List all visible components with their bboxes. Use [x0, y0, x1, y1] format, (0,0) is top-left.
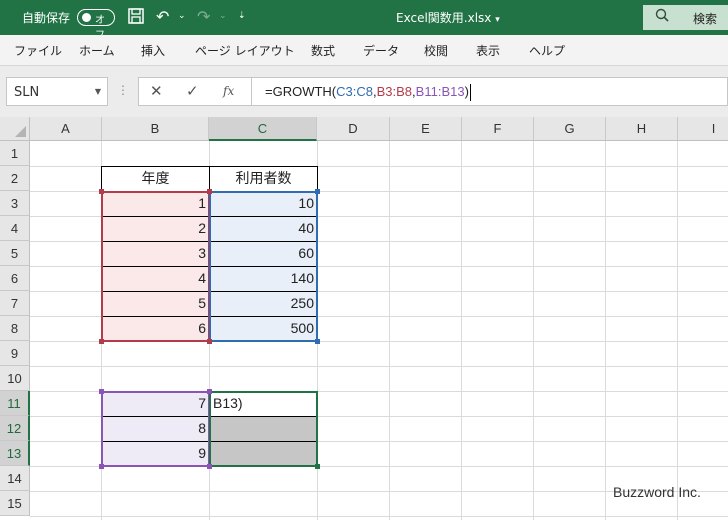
- tab-home[interactable]: ホーム: [79, 42, 115, 59]
- gridline: [533, 141, 534, 520]
- formula-part: B3:B8: [376, 84, 413, 99]
- ribbon-tabs: ファイル ホーム 挿入 ページ レイアウト 数式 データ 校閲 表示 ヘルプ: [0, 35, 728, 66]
- range-handle[interactable]: [207, 464, 212, 469]
- column-header-a[interactable]: A: [30, 117, 102, 141]
- redo-icon[interactable]: ↷: [197, 7, 210, 27]
- range-handle[interactable]: [315, 339, 320, 344]
- tab-page-layout[interactable]: ページ レイアウト: [195, 42, 295, 59]
- new-x-range-highlight: [101, 391, 210, 467]
- range-handle[interactable]: [315, 189, 320, 194]
- row-header-7[interactable]: 7: [0, 291, 30, 316]
- formula-part: C3:C8: [336, 84, 373, 99]
- row-header-10[interactable]: 10: [0, 366, 30, 391]
- toggle-knob: [82, 13, 91, 22]
- range-handle[interactable]: [99, 339, 104, 344]
- range-handle[interactable]: [99, 189, 104, 194]
- select-all-icon: [15, 126, 26, 137]
- cell-b2-year-header[interactable]: 年度: [102, 166, 209, 191]
- column-header-f[interactable]: F: [462, 117, 534, 141]
- gridline: [605, 141, 606, 520]
- chevron-down-icon: ▾: [495, 15, 500, 25]
- cancel-icon[interactable]: ✕: [150, 82, 163, 100]
- row-header-11[interactable]: 11: [0, 391, 30, 416]
- known-y-range-highlight: [209, 191, 318, 342]
- column-header-b[interactable]: B: [102, 117, 209, 141]
- gridline: [389, 141, 390, 520]
- range-handle[interactable]: [207, 189, 212, 194]
- row-header-8[interactable]: 8: [0, 316, 30, 341]
- search-icon: [655, 8, 669, 26]
- gridline: [30, 516, 728, 517]
- resize-handle-icon[interactable]: ⋮: [117, 83, 129, 97]
- insert-function-icon[interactable]: fx: [223, 84, 234, 98]
- row-header-13[interactable]: 13: [0, 441, 30, 466]
- autosave-toggle[interactable]: オフ: [77, 9, 115, 41]
- formula-bar: SLN ▼ ⋮ ✕ ✓ fx =GROWTH(C3:C8,B3:B8,B11:B…: [0, 76, 728, 107]
- row-header-3[interactable]: 3: [0, 191, 30, 216]
- row-header-1[interactable]: 1: [0, 141, 30, 166]
- range-handle[interactable]: [99, 464, 104, 469]
- redo-dropdown-icon[interactable]: ⌄: [219, 11, 227, 21]
- row-header-6[interactable]: 6: [0, 266, 30, 291]
- formula-input[interactable]: =GROWTH(C3:C8,B3:B8,B11:B13): [251, 77, 728, 106]
- enter-icon[interactable]: ✓: [186, 82, 199, 100]
- gridline: [677, 141, 678, 520]
- row-header-15[interactable]: 15: [0, 491, 30, 516]
- row-header-14[interactable]: 14: [0, 466, 30, 491]
- formula-part: =GROWTH(: [265, 84, 337, 99]
- chevron-down-icon: ▼: [94, 87, 101, 96]
- row-header-4[interactable]: 4: [0, 216, 30, 241]
- column-header-d[interactable]: D: [317, 117, 390, 141]
- search-label: 検索: [693, 12, 718, 26]
- tab-formulas[interactable]: 数式: [311, 42, 335, 59]
- range-handle[interactable]: [207, 389, 212, 394]
- column-header-g[interactable]: G: [534, 117, 606, 141]
- worksheet-grid[interactable]: A B C D E F G H I 1 2 3 4 5 6 7 8 9 10 1…: [0, 117, 728, 520]
- selection-range[interactable]: [209, 391, 318, 467]
- tab-view[interactable]: 表示: [476, 42, 500, 59]
- column-header-e[interactable]: E: [390, 117, 462, 141]
- column-header-c[interactable]: C: [209, 117, 317, 141]
- undo-dropdown-icon[interactable]: ⌄: [178, 11, 186, 21]
- name-box-value: SLN: [14, 85, 40, 100]
- title-bar: 自動保存 オフ ↶ ⌄ ↷ ⌄ ⇣ Excel関数用.xlsx ▾ 検索: [0, 0, 728, 41]
- file-name-text: Excel関数用.xlsx: [396, 11, 492, 25]
- autosave-label: 自動保存: [22, 11, 71, 25]
- select-all-button[interactable]: [0, 117, 30, 141]
- search-box[interactable]: 検索: [643, 5, 728, 30]
- column-header-i[interactable]: I: [678, 117, 728, 141]
- tab-file[interactable]: ファイル: [14, 42, 62, 59]
- formula-part: ): [464, 84, 469, 99]
- gridline: [461, 141, 462, 520]
- column-header-h[interactable]: H: [606, 117, 678, 141]
- cell-c2-users-header[interactable]: 利用者数: [210, 166, 317, 191]
- name-box[interactable]: SLN ▼: [6, 77, 108, 106]
- save-icon[interactable]: [127, 7, 145, 30]
- range-handle[interactable]: [207, 339, 212, 344]
- text-caret: [469, 84, 471, 102]
- known-x-range-highlight: [101, 191, 210, 342]
- watermark: Buzzword Inc.: [613, 484, 701, 500]
- row-header-2[interactable]: 2: [0, 166, 30, 191]
- formula-gap: [0, 107, 728, 117]
- formula-buttons: ✕ ✓ fx: [138, 77, 251, 106]
- formula-text: =GROWTH(C3:C8,B3:B8,B11:B13): [265, 84, 471, 102]
- tab-data[interactable]: データ: [363, 42, 399, 59]
- row-header-9[interactable]: 9: [0, 341, 30, 366]
- undo-icon[interactable]: ↶: [156, 7, 169, 27]
- row-header-12[interactable]: 12: [0, 416, 30, 441]
- ribbon-gap: [0, 66, 728, 76]
- fill-handle[interactable]: [315, 464, 320, 469]
- customize-toolbar-icon[interactable]: ⇣: [238, 11, 246, 21]
- row-header-5[interactable]: 5: [0, 241, 30, 266]
- formula-part: B11:B13: [415, 84, 465, 99]
- tab-help[interactable]: ヘルプ: [529, 42, 565, 59]
- file-name[interactable]: Excel関数用.xlsx ▾: [396, 9, 500, 26]
- range-handle[interactable]: [99, 389, 104, 394]
- tab-review[interactable]: 校閲: [424, 42, 448, 59]
- gridline: [30, 366, 728, 367]
- tab-insert[interactable]: 挿入: [141, 42, 165, 59]
